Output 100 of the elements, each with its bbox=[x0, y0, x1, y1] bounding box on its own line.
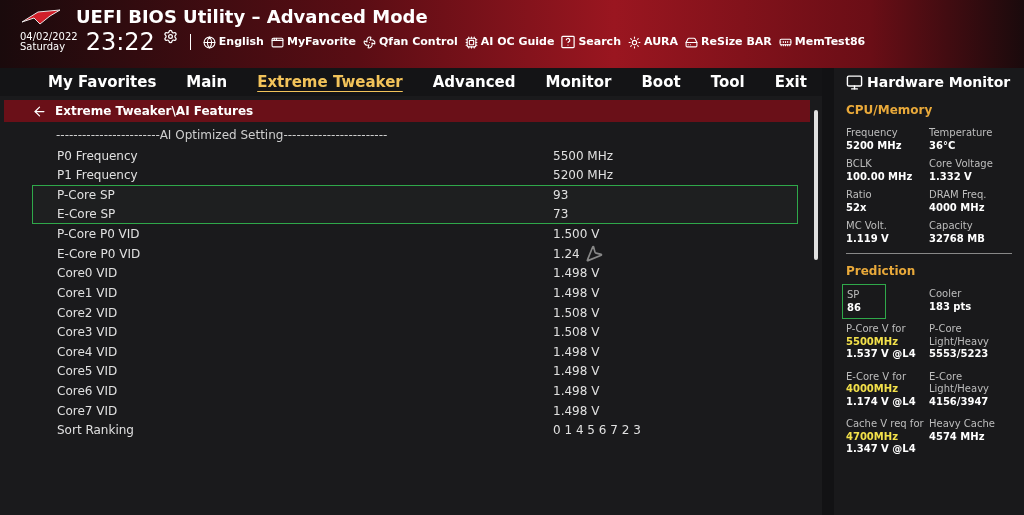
setting-value: 1.500 V bbox=[553, 226, 600, 244]
stat-value: 4156/3947 bbox=[929, 395, 990, 408]
stat-label: P-Core Light/Heavy bbox=[929, 323, 990, 348]
toolbar-button[interactable]: ReSize BAR bbox=[685, 33, 772, 51]
menu-tab[interactable]: Exit bbox=[774, 70, 807, 94]
stat-label: E-Core V for 4000MHz bbox=[846, 370, 908, 396]
setting-value: 73 bbox=[553, 206, 569, 224]
setting-row[interactable]: Core0 VID 1.498 V bbox=[32, 263, 798, 284]
setting-row[interactable]: P1 Frequency 5200 MHz bbox=[32, 165, 798, 186]
setting-value: 1.498 V bbox=[553, 265, 600, 283]
menu-tab[interactable]: Tool bbox=[710, 70, 745, 94]
menu-tab[interactable]: Extreme Tweaker bbox=[257, 70, 403, 94]
setting-label: Core3 VID bbox=[56, 324, 119, 342]
menu-tab[interactable]: My Favorites bbox=[48, 70, 157, 94]
setting-row[interactable]: Core6 VID 1.498 V bbox=[32, 381, 798, 401]
stat-label: Core Voltage bbox=[929, 158, 994, 171]
stat-value: 1.347 V @L4 bbox=[846, 443, 917, 456]
stat-value: 183 pts bbox=[929, 300, 973, 313]
setting-value: 1.508 V bbox=[553, 304, 600, 322]
setting-label: Core4 VID bbox=[56, 343, 119, 361]
stat-label: MC Volt. bbox=[846, 220, 888, 233]
toolbar-button[interactable]: AI OC Guide bbox=[464, 33, 555, 51]
date-text: 04/02/2022 bbox=[20, 32, 78, 42]
setting-row[interactable]: P-Core P0 VID 1.500 V bbox=[32, 224, 798, 244]
menu-tab[interactable]: Boot bbox=[641, 70, 681, 94]
stat-value: 86 bbox=[847, 301, 862, 314]
day-text: Saturday bbox=[20, 42, 67, 52]
setting-value: 5200 MHz bbox=[553, 167, 614, 185]
settings-icon[interactable] bbox=[162, 28, 178, 44]
clock-time: 23:22 bbox=[85, 30, 155, 54]
toolbar-button[interactable]: AURA bbox=[627, 33, 679, 51]
toolbar-button[interactable]: English bbox=[202, 33, 264, 51]
panel-title: Hardware Monitor bbox=[867, 73, 1011, 92]
setting-value: 5500 MHz bbox=[553, 147, 614, 165]
setting-label: P-Core P0 VID bbox=[56, 226, 141, 244]
stat-value: 5200 MHz bbox=[846, 139, 903, 152]
setting-value: 1.498 V bbox=[553, 402, 600, 420]
menu-tab[interactable]: Monitor bbox=[545, 70, 612, 94]
stat-label: SP bbox=[847, 289, 861, 302]
setting-row[interactable]: Core3 VID 1.508 V bbox=[32, 322, 798, 342]
stat-label: Ratio bbox=[846, 189, 873, 202]
setting-label: Core2 VID bbox=[56, 304, 119, 322]
setting-label: P-Core SP bbox=[56, 187, 116, 205]
window-icon bbox=[270, 35, 284, 49]
setting-label: Core6 VID bbox=[56, 382, 119, 400]
search-icon bbox=[561, 35, 576, 49]
setting-label: Sort Ranking bbox=[56, 422, 135, 440]
sun-icon bbox=[627, 35, 641, 49]
setting-row[interactable]: E-Core SP 73 bbox=[32, 204, 798, 225]
setting-row[interactable]: Core5 VID 1.498 V bbox=[32, 361, 798, 382]
setting-row[interactable]: Sort Ranking 0 1 4 5 6 7 2 3 bbox=[32, 420, 798, 440]
setting-row[interactable]: Core1 VID 1.498 V bbox=[32, 283, 798, 303]
stat-label: E-Core Light/Heavy bbox=[929, 370, 990, 396]
stat-label: DRAM Freq. bbox=[929, 189, 988, 202]
stat-value: 36°C bbox=[929, 139, 957, 152]
setting-label: E-Core SP bbox=[56, 206, 117, 224]
setting-label: E-Core P0 VID bbox=[56, 245, 142, 263]
setting-row[interactable]: Core2 VID 1.508 V bbox=[32, 302, 798, 323]
setting-value: 1.508 V bbox=[553, 324, 600, 342]
breadcrumb-text: Extreme Tweaker\AI Features bbox=[55, 103, 254, 120]
stat-value: 1.332 V bbox=[929, 170, 973, 183]
stat-value: 5553/5223 bbox=[929, 348, 990, 361]
toolbar-button[interactable]: MemTest86 bbox=[778, 33, 866, 51]
toolbar-button[interactable]: Qfan Control bbox=[363, 33, 458, 51]
setting-value: 1.498 V bbox=[553, 343, 600, 361]
section-title: CPU/Memory bbox=[846, 102, 934, 119]
monitor-icon bbox=[846, 74, 863, 91]
drive-icon bbox=[685, 35, 699, 49]
stat-label: Cooler bbox=[929, 288, 963, 301]
stat-value: 52x bbox=[846, 201, 868, 214]
globe-icon bbox=[202, 35, 216, 49]
menu-tab[interactable]: Main bbox=[186, 70, 228, 94]
stat-label: Capacity bbox=[929, 220, 974, 233]
setting-label: Core1 VID bbox=[56, 284, 119, 302]
stat-label: Frequency bbox=[846, 127, 899, 140]
setting-value: 1.498 V bbox=[553, 363, 600, 381]
setting-label: Core5 VID bbox=[56, 363, 119, 381]
stat-label: P-Core V for 5500MHz bbox=[846, 323, 907, 348]
setting-row[interactable]: Core7 VID 1.498 V bbox=[32, 400, 798, 421]
toolbar-button[interactable]: Search bbox=[561, 33, 621, 51]
stat-value: 32768 MB bbox=[929, 232, 986, 245]
setting-value: 93 bbox=[553, 187, 569, 205]
setting-value: 1.24 bbox=[553, 245, 580, 263]
setting-value: 1.498 V bbox=[553, 284, 600, 302]
setting-row[interactable]: P-Core SP 93 bbox=[32, 185, 798, 205]
section-title: Prediction bbox=[846, 263, 917, 280]
section-heading: ------------------------AI Optimized Setting------------------------ bbox=[55, 127, 389, 144]
stat-label: Heavy Cache bbox=[929, 418, 996, 431]
setting-row[interactable]: E-Core P0 VID 1.24 bbox=[32, 243, 798, 264]
toolbar-button[interactable]: MyFavorite bbox=[270, 33, 356, 51]
setting-row[interactable]: P0 Frequency 5500 MHz bbox=[32, 146, 798, 166]
setting-row[interactable]: Core4 VID 1.498 V bbox=[32, 341, 798, 362]
setting-label: P0 Frequency bbox=[56, 147, 139, 165]
setting-value: 0 1 4 5 6 7 2 3 bbox=[553, 422, 641, 440]
menu-tab[interactable]: Advanced bbox=[432, 70, 516, 94]
stat-label: Cache V req for 4700MHz bbox=[846, 418, 925, 443]
window-title: UEFI BIOS Utility – Advanced Mode bbox=[76, 8, 428, 26]
setting-label: Core0 VID bbox=[56, 265, 119, 283]
chip-icon bbox=[464, 35, 478, 49]
stat-value: 1.174 V @L4 bbox=[846, 395, 917, 408]
